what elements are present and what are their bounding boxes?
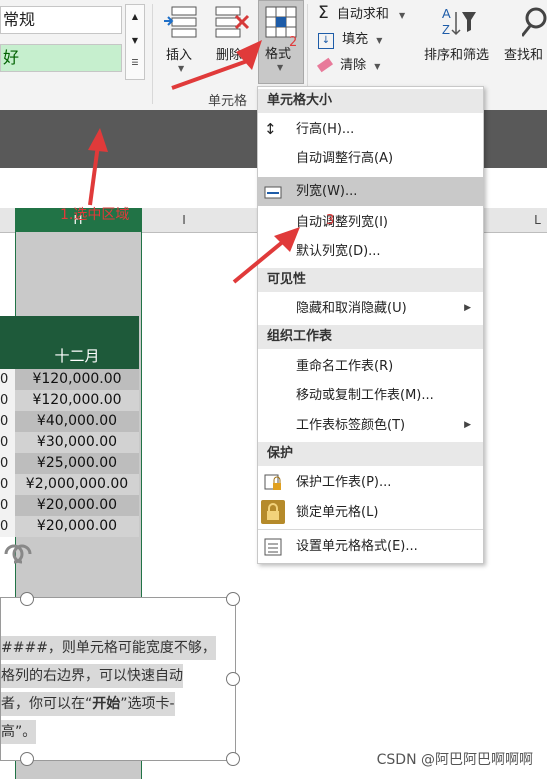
annotation-arrow: [232, 227, 300, 284]
watermark: CSDN @阿巴阿巴啊啊啊: [376, 752, 533, 768]
annotation-arrow: [171, 40, 262, 90]
annotation-arrow: [88, 128, 108, 206]
annotation-arrows: [88, 40, 300, 284]
